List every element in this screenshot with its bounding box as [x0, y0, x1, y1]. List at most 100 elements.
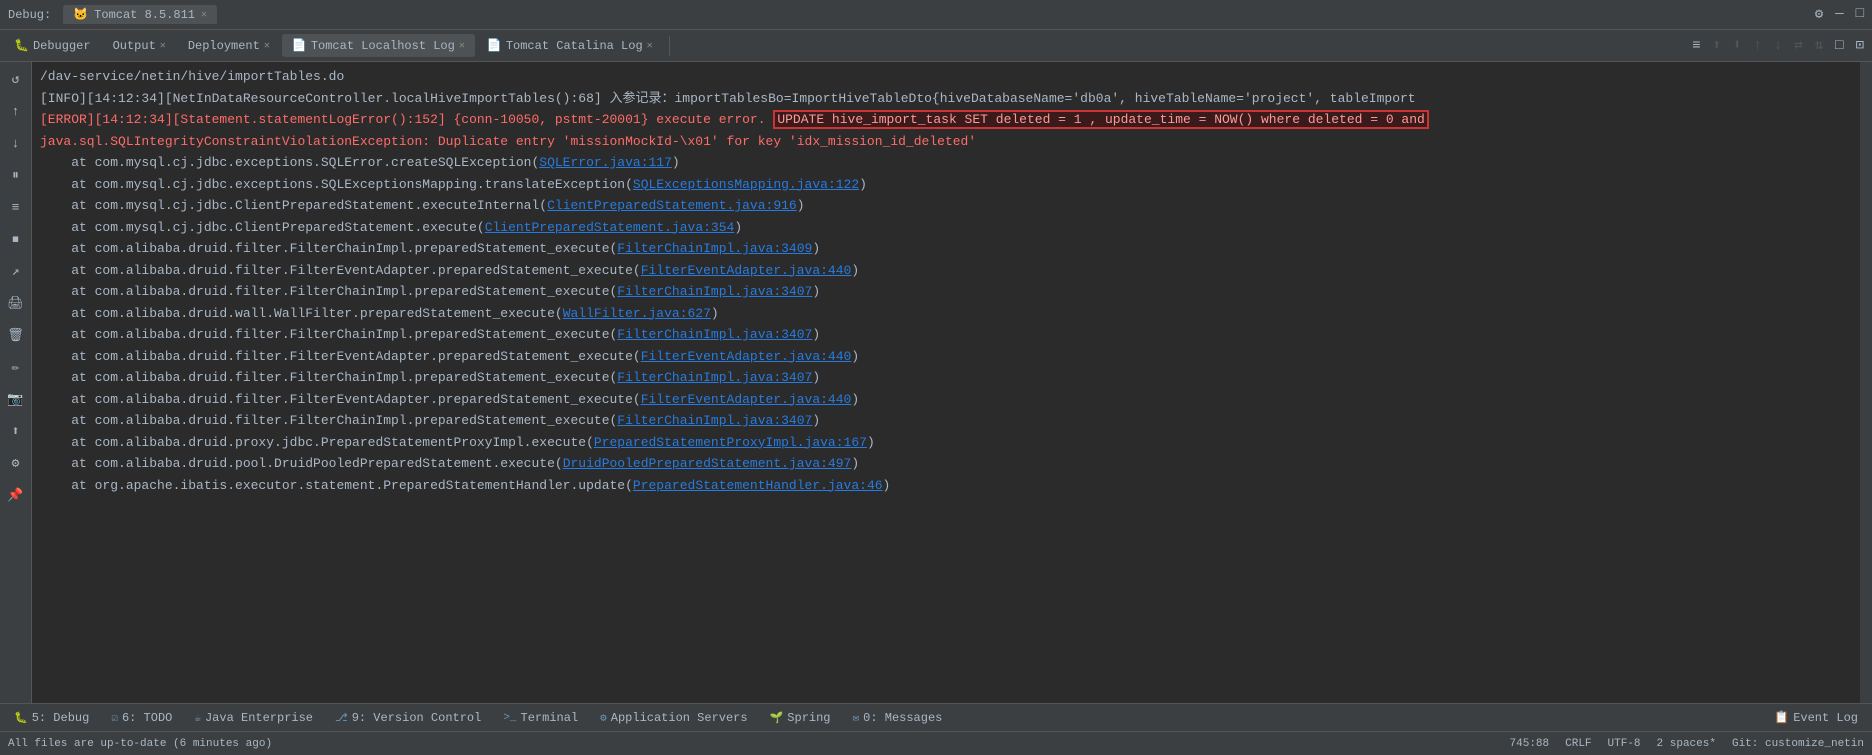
event-log-icon: 📋	[1774, 710, 1789, 725]
hamburger-icon[interactable]: ≡	[1688, 36, 1704, 56]
tab-0-messages[interactable]: ✉ 0: Messages	[843, 708, 953, 728]
sidebar-pin-icon[interactable]: 📌	[3, 482, 29, 508]
sidebar-upload-icon[interactable]: ⬆	[3, 418, 29, 444]
link-preparedstatementproxyimpl-167[interactable]: PreparedStatementProxyImpl.java:167	[594, 435, 867, 450]
log-viewer[interactable]: /dav-service/netin/hive/importTables.do …	[32, 62, 1860, 703]
tab-5-debug[interactable]: 🐛 5: Debug	[4, 708, 99, 728]
up-icon[interactable]: ↑	[1749, 36, 1765, 56]
status-vcs: Git: customize_netin	[1732, 738, 1864, 750]
grid-icon[interactable]: □	[1831, 36, 1847, 56]
sidebar-camera-icon[interactable]: 📷	[3, 386, 29, 412]
tab-tomcat-catalina-log[interactable]: 📄 Tomcat Catalina Log ✕	[477, 34, 663, 57]
log-line-stack-6: at com.alibaba.druid.filter.FilterEventA…	[32, 260, 1860, 282]
sidebar-delete-icon[interactable]: 🗑	[3, 322, 29, 348]
log-line-stack-4: at com.mysql.cj.jdbc.ClientPreparedState…	[32, 217, 1860, 239]
tab-debugger[interactable]: 🐛 Debugger	[4, 34, 101, 57]
link-clientpreparedstatement-916[interactable]: ClientPreparedStatement.java:916	[547, 198, 797, 213]
log-line-error-highlight: [ERROR][14:12:34][Statement.statementLog…	[32, 109, 1860, 131]
tab-spring[interactable]: 🌱 Spring	[760, 708, 841, 728]
status-line-ending: CRLF	[1565, 738, 1591, 750]
tomcat-tab-label: Tomcat 8.5.811	[94, 8, 195, 22]
deployment-close[interactable]: ✕	[264, 40, 270, 52]
sidebar-reload-icon[interactable]: ↺	[3, 66, 29, 92]
link-filtereventadapter-440b[interactable]: FilterEventAdapter.java:440	[641, 349, 852, 364]
link-filterchainimpl-3407d[interactable]: FilterChainImpl.java:3407	[617, 413, 812, 428]
git-area: 📋 Event Log	[1764, 707, 1868, 728]
bottom-tabs: 🐛 5: Debug ☑ 6: TODO ☕ Java Enterprise ⎇…	[0, 703, 1872, 731]
tomcat-tab[interactable]: 🐱 Tomcat 8.5.811 ✕	[63, 5, 217, 24]
log-line-stack-13: at com.alibaba.druid.filter.FilterChainI…	[32, 410, 1860, 432]
settings-button[interactable]: ⚙	[1815, 6, 1823, 23]
grid2-icon[interactable]: ⊡	[1852, 35, 1868, 56]
link-druidpooledpreparedstatement-497[interactable]: DruidPooledPreparedStatement.java:497	[563, 456, 852, 471]
down-icon[interactable]: ↓	[1770, 36, 1786, 56]
status-bar: All files are up-to-date (6 minutes ago)…	[0, 731, 1872, 755]
tab-deployment[interactable]: Deployment ✕	[178, 35, 280, 57]
sidebar-settings-icon[interactable]: ⚙	[3, 450, 29, 476]
title-bar-left: Debug: 🐱 Tomcat 8.5.811 ✕	[8, 5, 217, 24]
maximize-button[interactable]: □	[1856, 6, 1864, 23]
sidebar-arrow-icon[interactable]: ↗	[3, 258, 29, 284]
link-wallfilter-627[interactable]: WallFilter.java:627	[563, 306, 711, 321]
debug-tab-icon: 🐛	[14, 711, 28, 725]
vcs-tab-icon: ⎇	[335, 711, 348, 725]
link-filterchainimpl-3407b[interactable]: FilterChainImpl.java:3407	[617, 327, 812, 342]
tab-9-version-control[interactable]: ⎇ 9: Version Control	[325, 708, 491, 728]
sidebar-up-icon[interactable]: ↑	[3, 98, 29, 124]
tab-output[interactable]: Output ✕	[103, 35, 176, 57]
content-area: /dav-service/netin/hive/importTables.do …	[32, 62, 1860, 703]
tab-6-todo[interactable]: ☑ 6: TODO	[101, 708, 182, 728]
log-line-stack-5: at com.alibaba.druid.filter.FilterChainI…	[32, 238, 1860, 260]
sql-highlight-box: UPDATE hive_import_task SET deleted = 1 …	[773, 110, 1429, 129]
sidebar-edit-icon[interactable]: ✏	[3, 354, 29, 380]
catalina-icon: 📄	[487, 38, 502, 53]
link-filterchainimpl-3407c[interactable]: FilterChainImpl.java:3407	[617, 370, 812, 385]
link-filterchainimpl-3409[interactable]: FilterChainImpl.java:3409	[617, 241, 812, 256]
sidebar-down-icon[interactable]: ↓	[3, 130, 29, 156]
sidebar-pause-icon[interactable]: ⏸	[3, 162, 29, 188]
log-line-stack-14: at com.alibaba.druid.proxy.jdbc.Prepared…	[32, 432, 1860, 454]
swap-icon[interactable]: ⇄	[1790, 35, 1806, 56]
sidebar-print-icon[interactable]: 🖨	[3, 290, 29, 316]
status-message: All files are up-to-date (6 minutes ago)	[8, 738, 1510, 750]
tab-event-log[interactable]: 📋 Event Log	[1764, 707, 1868, 728]
tab-java-enterprise[interactable]: ☕ Java Enterprise	[184, 708, 323, 728]
catalina-log-close[interactable]: ✕	[647, 40, 653, 52]
log-line-stack-16: at org.apache.ibatis.executor.statement.…	[32, 475, 1860, 497]
sidebar-menu-icon[interactable]: ≡	[3, 194, 29, 220]
localhost-log-close[interactable]: ✕	[459, 40, 465, 52]
tab-application-servers[interactable]: ⚙ Application Servers	[590, 708, 757, 728]
debugger-icon: 🐛	[14, 38, 29, 53]
minimize-button[interactable]: —	[1835, 6, 1843, 23]
log-line-stack-8: at com.alibaba.druid.wall.WallFilter.pre…	[32, 303, 1860, 325]
link-sqlexceptionsmapping[interactable]: SQLExceptionsMapping.java:122	[633, 177, 859, 192]
log-line-stack-1: at com.mysql.cj.jdbc.exceptions.SQLError…	[32, 152, 1860, 174]
status-position: 745:88	[1510, 738, 1550, 750]
link-filtereventadapter-440c[interactable]: FilterEventAdapter.java:440	[641, 392, 852, 407]
log-line-stack-9: at com.alibaba.druid.filter.FilterChainI…	[32, 324, 1860, 346]
title-bar-right: ⚙ — □	[1815, 6, 1864, 23]
output-close[interactable]: ✕	[160, 40, 166, 52]
tab-tomcat-localhost-log[interactable]: 📄 Tomcat Localhost Log ✕	[282, 34, 475, 57]
log-line-stack-12: at com.alibaba.druid.filter.FilterEventA…	[32, 389, 1860, 411]
tomcat-icon: 🐱	[73, 7, 88, 22]
scroll-up-icon[interactable]: ⬆	[1709, 35, 1725, 56]
link-clientpreparedstatement-354[interactable]: ClientPreparedStatement.java:354	[485, 220, 735, 235]
tomcat-tab-close[interactable]: ✕	[201, 9, 207, 21]
log-line-stack-3: at com.mysql.cj.jdbc.ClientPreparedState…	[32, 195, 1860, 217]
sidebar-stop-icon[interactable]: ⏹	[3, 226, 29, 252]
debug-label: Debug:	[8, 8, 51, 22]
title-bar: Debug: 🐱 Tomcat 8.5.811 ✕ ⚙ — □	[0, 0, 1872, 30]
messages-tab-icon: ✉	[853, 711, 860, 725]
link-sqlerror[interactable]: SQLError.java:117	[539, 155, 672, 170]
link-preparedstatementhandler-46[interactable]: PreparedStatementHandler.java:46	[633, 478, 883, 493]
status-right: 745:88 CRLF UTF-8 2 spaces* Git: customi…	[1510, 738, 1864, 750]
scroll-down-icon[interactable]: ⬇	[1729, 35, 1745, 56]
right-scrollbar[interactable]	[1860, 62, 1872, 703]
link-filterchainimpl-3407a[interactable]: FilterChainImpl.java:3407	[617, 284, 812, 299]
log-line-stack-2: at com.mysql.cj.jdbc.exceptions.SQLExcep…	[32, 174, 1860, 196]
sort-icon[interactable]: ⇅	[1811, 35, 1827, 56]
java-tab-icon: ☕	[194, 711, 201, 725]
link-filtereventadapter-440a[interactable]: FilterEventAdapter.java:440	[641, 263, 852, 278]
tab-terminal[interactable]: >_ Terminal	[493, 708, 588, 728]
